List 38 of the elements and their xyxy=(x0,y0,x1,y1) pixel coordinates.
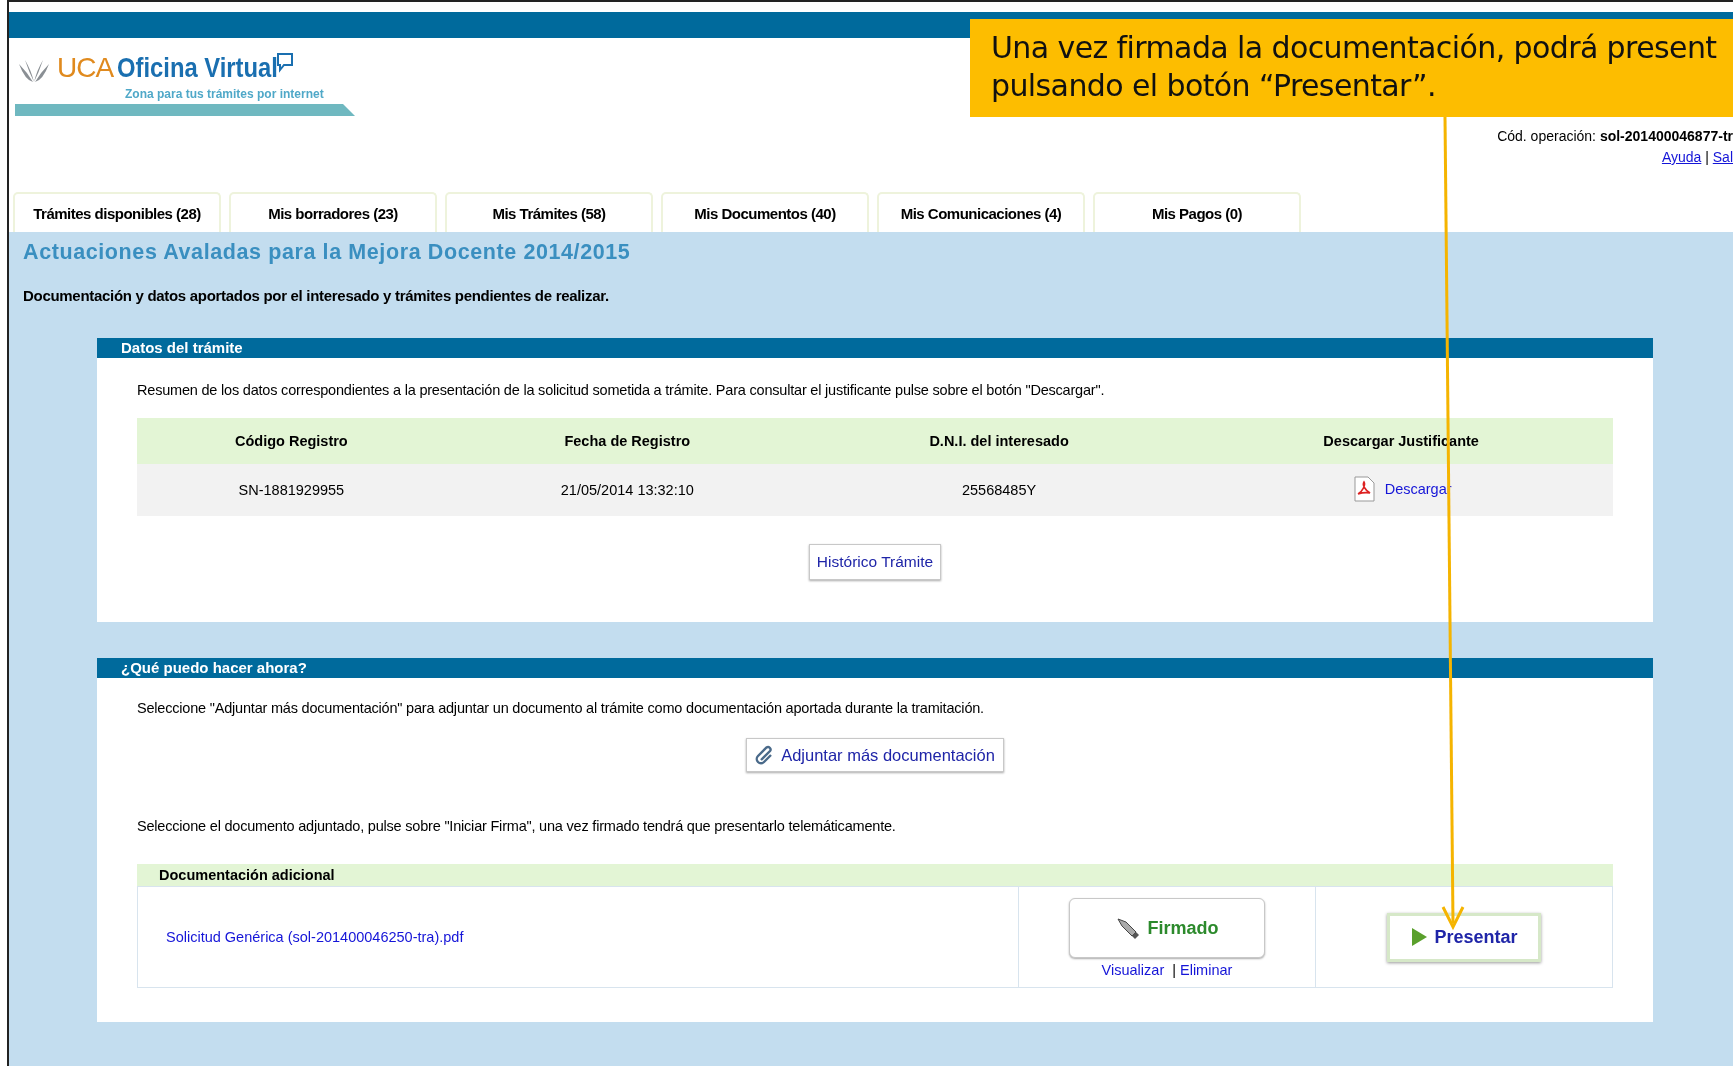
column-header: Fecha de Registro xyxy=(445,418,809,464)
instruction-text: Seleccione el documento adjuntado, pulse sobre "Iniciar Firma", una vez firmado tendrá que presentarlo telemáticamente. xyxy=(137,818,897,836)
nav-tab[interactable]: Mis Pagos (0) xyxy=(1093,192,1301,232)
nav-tab[interactable]: Mis borradores (23) xyxy=(229,192,437,232)
page-subtitle: Documentación y datos aportados por el interesado y trámites pendientes de realizar. xyxy=(23,287,610,304)
panel-header: Datos del trámite xyxy=(97,338,1653,358)
signed-button[interactable]: Firmado xyxy=(1069,898,1265,958)
nav-tab[interactable]: Mis Comunicaciones (4) xyxy=(877,192,1085,232)
link-separator: | xyxy=(1705,149,1709,165)
logo-tagline: Zona para tus trámites por internet xyxy=(125,87,324,101)
logo-brand: UCA xyxy=(57,52,114,84)
play-icon xyxy=(1410,927,1429,947)
operation-code: Cód. operación: sol-201400046877-tr xyxy=(1497,128,1733,144)
intro-text: Seleccione "Adjuntar más documentación" para adjuntar un documento al trámite como documentación aportada durante la tramitación. xyxy=(137,699,985,716)
intro-text: Resumen de los datos correspondientes a la presentación de la solicitud sometida a trámite. Para consultar el justificante pulse sobre el botón "Descargar". xyxy=(137,381,1106,400)
column-header: Código Registro xyxy=(137,418,446,464)
delete-link[interactable]: Eliminar xyxy=(1180,962,1233,978)
pen-icon xyxy=(1115,916,1142,940)
documents-heading: Documentación adicional xyxy=(137,864,1613,886)
nav-tab[interactable]: Trámites disponibles (28) xyxy=(13,192,221,232)
submit-button[interactable]: Presentar xyxy=(1387,912,1541,962)
table-cell: SN-1881929955 xyxy=(137,464,446,516)
view-link[interactable]: Visualizar xyxy=(1101,962,1165,978)
logo-title: Oficina Virtual xyxy=(117,52,279,84)
history-button[interactable]: Histórico Trámite xyxy=(808,544,942,580)
exit-link[interactable]: Sal xyxy=(1712,149,1733,165)
page-title: Actuaciones Avaladas para la Mejora Docente 2014/2015 xyxy=(23,240,632,265)
document-link[interactable]: Solicitud Genérica (sol-201400046250-tra).pdf xyxy=(166,929,464,945)
nav-tab[interactable]: Mis Documentos (40) xyxy=(661,192,869,232)
table-cell: 25568485Y xyxy=(808,464,1190,516)
link-separator: | xyxy=(1172,962,1176,978)
help-link[interactable]: Ayuda xyxy=(1661,149,1702,165)
panel-header: ¿Qué puedo hacer ahora? xyxy=(97,658,1653,678)
table-cell: 21/05/2014 13:32:10 xyxy=(445,464,809,516)
nav-tab[interactable]: Mis Trámites (58) xyxy=(445,192,653,232)
attach-button[interactable]: Adjuntar más documentación xyxy=(746,738,1004,772)
callout-note: Una vez firmada la documentación, podrá present pulsando el botón “Presentar”. xyxy=(970,19,1733,117)
column-header: D.N.I. del interesado xyxy=(808,418,1190,464)
